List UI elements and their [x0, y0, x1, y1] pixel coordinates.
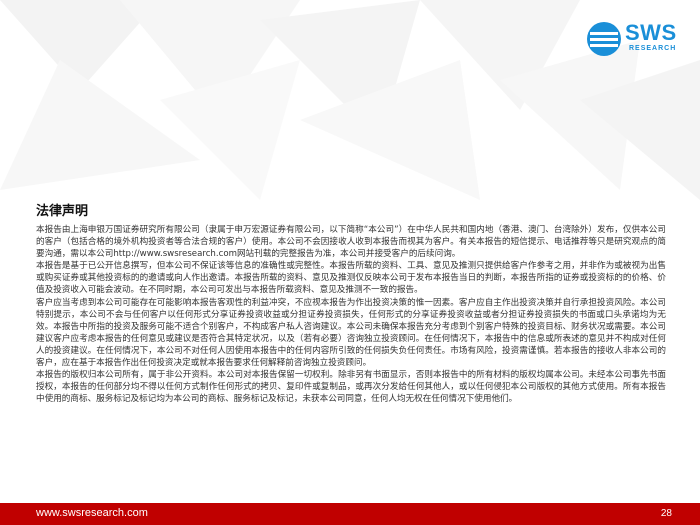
legal-statement-body: 本报告由上海申银万国证券研究所有限公司（隶属于申万宏源证券有限公司，以下简称“本…	[36, 224, 666, 405]
page-number: 28	[660, 508, 672, 519]
logo-wordmark: SWS	[625, 20, 677, 45]
page-title: 法律声明	[36, 204, 89, 219]
paragraph-investment-risk: 客户应当考虑到本公司可能存在可能影响本报告客观性的利益冲突，不应视本报告为作出投…	[36, 297, 666, 369]
paragraph-copyright: 本报告的版权归本公司所有，属于非公开资料。本公司对本报告保留一切权利。除非另有书…	[36, 370, 666, 405]
logo-subtext: RESEARCH	[629, 45, 677, 52]
footer-website-link[interactable]: www.swsresearch.com	[36, 507, 148, 519]
paragraph-information-basis: 本报告是基于已公开信息撰写，但本公司不保证该等信息的准确性或完整性。本报告所载的…	[36, 261, 666, 296]
paragraph-distribution: 本报告由上海申银万国证券研究所有限公司（隶属于申万宏源证券有限公司，以下简称“本…	[36, 225, 666, 260]
footer-bar: www.swsresearch.com 28	[0, 503, 700, 525]
